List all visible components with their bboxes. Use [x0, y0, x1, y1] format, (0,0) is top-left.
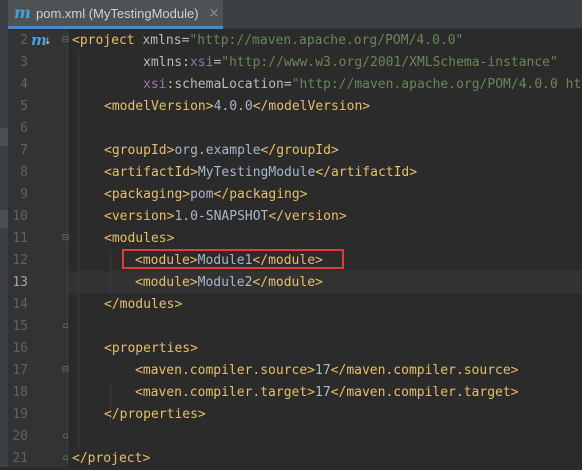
code-line-17: <maven.compiler.source>17</maven.compile… [135, 363, 519, 378]
code-editor[interactable]: 2 3 4 5 6 7 8 9 10 11 12 13 14 15 16 17 … [8, 30, 582, 467]
line-number: 7 [20, 143, 28, 158]
line-number: 16 [12, 341, 28, 356]
tool-window-strip [0, 0, 8, 467]
line-number: 20 [12, 429, 28, 444]
tool-strip-marker [0, 210, 8, 228]
code-line-10: <version>1.0-SNAPSHOT</version> [104, 209, 347, 224]
tool-strip-marker [0, 128, 8, 146]
fold-end-icon[interactable]: ⌂ [61, 432, 70, 441]
code-line-16: <properties> [104, 341, 198, 356]
fold-minus-icon[interactable]: ⊟ [61, 36, 70, 45]
line-number: 5 [20, 99, 28, 114]
close-icon[interactable]: × [209, 6, 220, 21]
line-number: 8 [20, 165, 28, 180]
code-line-13: <module>Module2</module> [135, 275, 323, 290]
code-line-21: </project> [72, 451, 151, 466]
arrow-down-icon: ↓ [44, 37, 52, 47]
line-number: 10 [12, 209, 28, 224]
line-number: 3 [20, 55, 28, 70]
maven-m-icon: m [14, 3, 31, 22]
tab-title: pom.xml (MyTestingModule) [36, 5, 199, 21]
line-number-current: 13 [12, 275, 28, 290]
code-line-18: <maven.compiler.target>17</maven.compile… [135, 385, 519, 400]
line-number: 15 [12, 319, 28, 334]
code-line-4: xsi:schemaLocation="http://maven.apache.… [143, 77, 582, 92]
line-number: 18 [12, 385, 28, 400]
line-number: 9 [20, 187, 28, 202]
line-number: 19 [12, 407, 28, 422]
gutter: 2 3 4 5 6 7 8 9 10 11 12 13 14 15 16 17 … [8, 30, 70, 467]
editor-tab-bar: m pom.xml (MyTestingModule) × [8, 0, 582, 29]
code-line-3: xmlns:xsi="http://www.w3.org/2001/XMLSch… [143, 55, 558, 70]
fold-end-icon[interactable]: ⌂ [61, 454, 70, 463]
code-line-11: <modules> [104, 231, 175, 246]
line-number: 17 [12, 363, 28, 378]
code-line-2: <project xmlns="http://maven.apache.org/… [72, 33, 464, 48]
code-line-14: </modules> [104, 297, 183, 312]
code-line-5: <modelVersion>4.0.0</modelVersion> [104, 99, 371, 114]
line-number: 11 [12, 231, 28, 246]
fold-minus-icon[interactable]: ⊟ [61, 366, 70, 375]
annotation-highlight-box [122, 249, 344, 269]
tab-pom-xml[interactable]: m pom.xml (MyTestingModule) × [8, 0, 223, 29]
line-number: 4 [20, 77, 28, 92]
line-number: 6 [20, 121, 28, 136]
fold-end-icon[interactable]: ⌂ [61, 322, 70, 331]
line-number: 14 [12, 297, 28, 312]
code-line-8: <artifactId>MyTestingModule</artifactId> [104, 165, 418, 180]
fold-minus-icon[interactable]: ⊟ [61, 234, 70, 243]
code-line-7: <groupId>org.example</groupId> [104, 143, 339, 158]
code-line-9: <packaging>pom</packaging> [104, 187, 308, 202]
line-number: 12 [12, 253, 28, 268]
line-number: 2 [20, 33, 28, 48]
code-line-19: </properties> [104, 407, 206, 422]
